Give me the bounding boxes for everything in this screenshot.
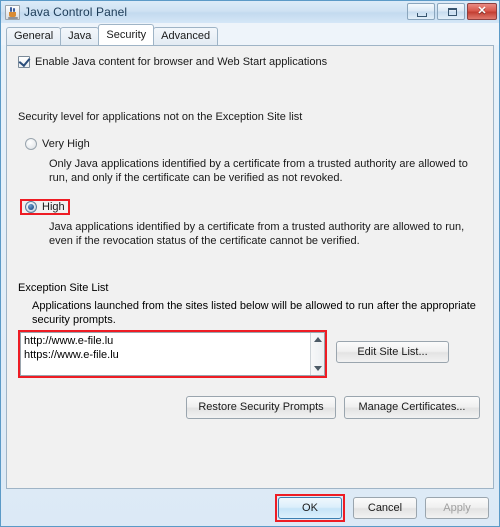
exception-site-list-area: http://www.e-file.lu https://www.e-file.… [18, 330, 482, 378]
tab-general[interactable]: General [6, 27, 62, 45]
window-controls: ✕ [407, 3, 497, 20]
edit-site-list-button[interactable]: Edit Site List... [336, 341, 449, 363]
radio-very-high[interactable]: Very High [22, 137, 93, 151]
tab-advanced[interactable]: Advanced [153, 27, 219, 45]
security-level-high-group: High Java applications identified by a c… [18, 199, 482, 248]
exception-site-list-heading: Exception Site List [18, 282, 109, 294]
security-panel: Enable Java content for browser and Web … [6, 45, 494, 489]
exception-list-scrollbar[interactable] [310, 333, 324, 375]
maximize-icon [448, 8, 457, 16]
close-icon: ✕ [477, 5, 487, 17]
radio-button-selected-icon [25, 201, 37, 213]
radio-very-high-description: Only Java applications identified by a c… [49, 158, 468, 184]
ok-button[interactable]: OK [278, 496, 342, 519]
checkbox-icon [18, 54, 31, 68]
scroll-down-icon[interactable] [311, 362, 324, 375]
radio-high[interactable]: High [20, 199, 70, 215]
maximize-button[interactable] [437, 3, 465, 20]
tab-security[interactable]: Security [98, 24, 155, 45]
radio-button-icon [25, 138, 37, 150]
enable-java-content-checkbox[interactable]: Enable Java content for browser and Web … [18, 54, 482, 68]
manage-certificates-button[interactable]: Manage Certificates... [344, 396, 480, 419]
minimize-icon [417, 13, 427, 17]
exception-site-list-highlight: http://www.e-file.lu https://www.e-file.… [18, 330, 327, 378]
tab-java[interactable]: Java [60, 27, 100, 45]
radio-high-label: High [42, 201, 65, 213]
scroll-up-icon[interactable] [311, 333, 324, 346]
security-level-very-high-group: Very High Only Java applications identif… [18, 137, 482, 185]
radio-high-description: Java applications identified by a certif… [49, 221, 465, 247]
title-bar: Java Control Panel ✕ [1, 1, 499, 23]
java-cup-icon [5, 4, 20, 20]
minimize-button[interactable] [407, 3, 435, 20]
list-item[interactable]: https://www.e-file.lu [24, 348, 307, 362]
cancel-button[interactable]: Cancel [353, 496, 417, 519]
java-control-panel-window: Java Control Panel ✕ General Java Securi… [0, 0, 500, 527]
exception-site-list-description: Applications launched from the sites lis… [32, 300, 476, 326]
ok-button-highlight: OK [275, 493, 345, 522]
list-item[interactable]: http://www.e-file.lu [24, 334, 307, 348]
apply-button: Apply [425, 496, 489, 519]
security-level-heading: Security level for applications not on t… [18, 111, 303, 123]
tab-strip: General Java Security Advanced [1, 23, 499, 45]
radio-very-high-label: Very High [42, 138, 90, 150]
restore-security-prompts-button[interactable]: Restore Security Prompts [186, 396, 336, 419]
security-action-buttons: Restore Security Prompts Manage Certific… [18, 396, 482, 419]
enable-java-content-label: Enable Java content for browser and Web … [35, 56, 328, 68]
dialog-footer: OK Cancel Apply [1, 489, 499, 526]
exception-site-items: http://www.e-file.lu https://www.e-file.… [21, 333, 310, 375]
window-title: Java Control Panel [24, 5, 128, 19]
close-button[interactable]: ✕ [467, 3, 497, 20]
exception-site-listbox[interactable]: http://www.e-file.lu https://www.e-file.… [20, 332, 325, 376]
